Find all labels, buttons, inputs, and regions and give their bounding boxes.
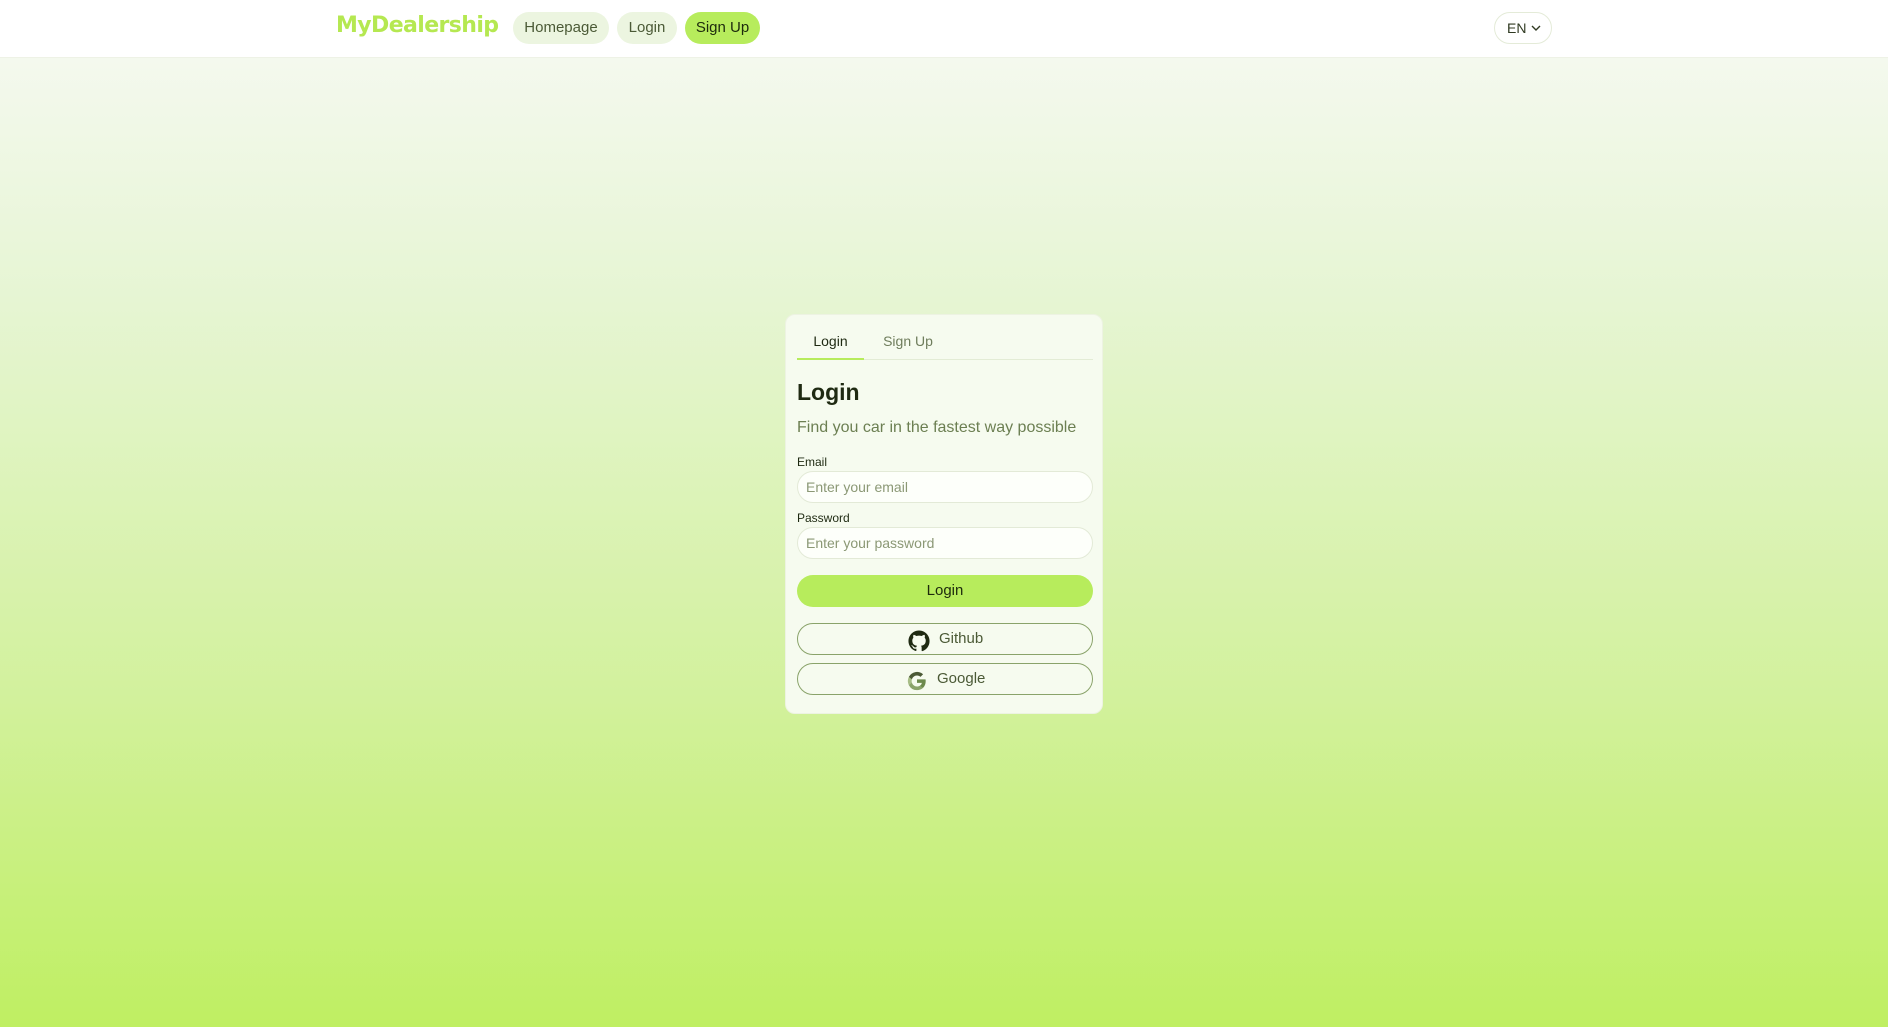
password-field[interactable] [797,527,1093,559]
chevron-down-icon [1531,25,1541,31]
brand-logo[interactable]: MyDealership [336,13,499,38]
github-icon [908,630,930,652]
email-field[interactable] [797,471,1093,503]
google-icon [907,671,926,691]
nav-signup-link[interactable]: Sign Up [685,12,760,44]
tab-login[interactable]: Login [797,326,864,360]
login-card: Login Sign Up Login Find you car in the … [785,314,1103,714]
language-selector[interactable]: EN [1494,12,1552,44]
github-button-label: Github [939,630,984,647]
language-label: EN [1507,20,1527,36]
google-login-button[interactable]: Google [797,663,1093,695]
tab-signup[interactable]: Sign Up [869,326,947,360]
auth-tabs: Login Sign Up [797,326,1093,360]
github-login-button[interactable]: Github [797,623,1093,655]
card-subtitle: Find you car in the fastest way possible [797,419,1077,436]
login-submit-button[interactable]: Login [797,575,1093,607]
google-button-label: Google [937,670,986,687]
nav-homepage-link[interactable]: Homepage [513,12,609,44]
password-label: Password [797,511,850,525]
nav-login-link[interactable]: Login [617,12,677,44]
top-navbar: MyDealership Homepage Login Sign Up EN [0,0,1888,58]
card-title: Login [797,379,860,405]
email-label: Email [797,455,828,469]
